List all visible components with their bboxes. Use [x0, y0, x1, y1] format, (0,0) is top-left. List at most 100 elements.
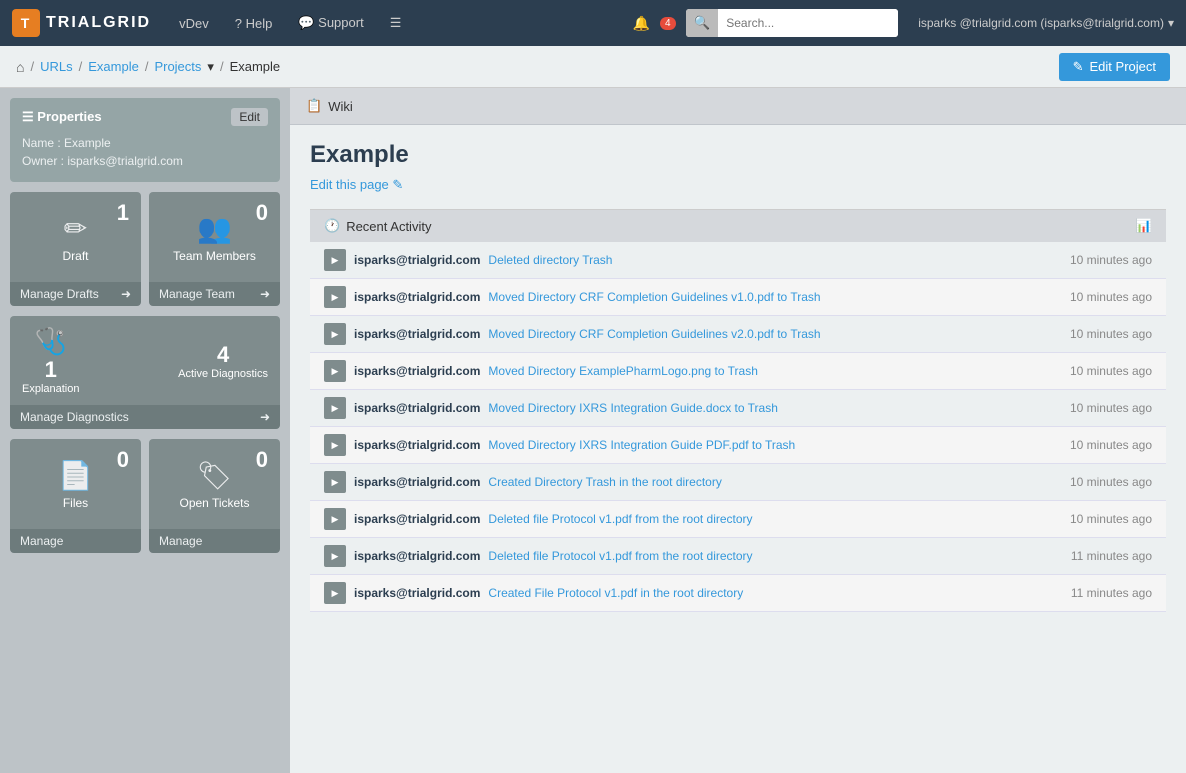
activity-item: ▶ isparks@trialgrid.com Moved Directory …: [310, 390, 1166, 427]
team-icon: 👥: [197, 212, 232, 245]
activity-avatar: ▶: [324, 323, 346, 345]
tickets-card[interactable]: 🏷 0 Open Tickets: [149, 439, 280, 529]
activity-avatar: ▶: [324, 471, 346, 493]
activity-user: isparks@trialgrid.com: [354, 475, 480, 489]
activity-user: isparks@trialgrid.com: [354, 253, 480, 267]
activity-item: ▶ isparks@trialgrid.com Created File Pro…: [310, 575, 1166, 612]
activity-item: ▶ isparks@trialgrid.com Deleted director…: [310, 242, 1166, 279]
breadcrumb-projects[interactable]: Projects: [154, 59, 201, 74]
draft-icon: ✏: [64, 212, 87, 245]
tickets-icon: 🏷: [197, 459, 233, 492]
draft-label: Draft: [62, 249, 88, 263]
team-count: 0: [256, 200, 268, 226]
sidebar: ☰ Properties Edit Name : Example Owner :…: [0, 88, 290, 773]
comment-icon: 💬: [298, 15, 314, 30]
activity-user: isparks@trialgrid.com: [354, 549, 480, 563]
activity-header-left: 🕐 Recent Activity: [324, 218, 431, 234]
drafts-card[interactable]: ✏ 1 Draft: [10, 192, 141, 282]
home-icon[interactable]: ⌂: [16, 59, 24, 75]
activity-time: 10 minutes ago: [1070, 438, 1152, 452]
activity-item: ▶ isparks@trialgrid.com Moved Directory …: [310, 316, 1166, 353]
wiki-edit-link[interactable]: Edit this page ✎: [310, 177, 403, 192]
activity-time: 10 minutes ago: [1070, 364, 1152, 378]
activity-avatar: ▶: [324, 249, 346, 271]
activity-user: isparks@trialgrid.com: [354, 401, 480, 415]
user-menu[interactable]: isparks @trialgrid.com (isparks@trialgri…: [918, 16, 1174, 30]
activity-item: ▶ isparks@trialgrid.com Created Director…: [310, 464, 1166, 501]
breadcrumb-urls[interactable]: URLs: [40, 59, 73, 74]
manage-tickets-label: Manage: [159, 534, 202, 548]
files-icon: 📄: [58, 459, 93, 492]
arrow-right-icon-diag: ➜: [260, 410, 270, 424]
manage-drafts-row[interactable]: Manage Drafts ➜: [10, 282, 141, 306]
activity-avatar: ▶: [324, 360, 346, 382]
activity-action: Moved Directory IXRS Integration Guide.d…: [488, 401, 777, 415]
nav-help[interactable]: ? Help: [227, 12, 281, 35]
edit-project-button[interactable]: ✎ Edit Project: [1059, 53, 1170, 81]
breadcrumb-example[interactable]: Example: [88, 59, 139, 74]
team-card[interactable]: 👥 0 Team Members: [149, 192, 280, 282]
active-diagnostics-label: Active Diagnostics: [178, 368, 268, 380]
tickets-widget: 🏷 0 Open Tickets Manage: [149, 439, 280, 553]
activity-action: Moved Directory IXRS Integration Guide P…: [488, 438, 795, 452]
team-widget: 👥 0 Team Members Manage Team ➜: [149, 192, 280, 306]
user-label: isparks @trialgrid.com (isparks@trialgri…: [918, 16, 1164, 30]
pencil-icon: ✎: [1073, 59, 1084, 75]
brand[interactable]: T TRIALGRID: [12, 9, 151, 37]
diagnostics-right: 4 Active Diagnostics: [178, 342, 268, 380]
nav-vdev[interactable]: vDev: [171, 12, 217, 35]
main-content: 📋 Wiki Example Edit this page ✎ 🕐 Recent…: [290, 88, 1186, 773]
breadcrumb-projects-chevron: ▾: [207, 59, 214, 75]
external-link-icon: ✎: [392, 177, 403, 192]
activity-action: Deleted file Protocol v1.pdf from the ro…: [488, 549, 752, 563]
search-button[interactable]: 🔍: [686, 9, 719, 37]
manage-team-row[interactable]: Manage Team ➜: [149, 282, 280, 306]
bell-icon[interactable]: 🔔: [633, 15, 650, 32]
activity-user: isparks@trialgrid.com: [354, 512, 480, 526]
diagnostics-left: 🩺 1 Explanation: [22, 326, 80, 395]
properties-edit-button[interactable]: Edit: [231, 108, 268, 126]
tickets-count: 0: [256, 447, 268, 473]
explanation-label: Explanation: [22, 383, 80, 395]
activity-time: 10 minutes ago: [1070, 475, 1152, 489]
activity-action: Moved Directory CRF Completion Guideline…: [488, 327, 820, 341]
navbar: T TRIALGRID vDev ? Help 💬 Support ☰ 🔔 4 …: [0, 0, 1186, 46]
activity-item: ▶ isparks@trialgrid.com Moved Directory …: [310, 353, 1166, 390]
properties-title: ☰ Properties: [22, 109, 102, 125]
team-label: Team Members: [173, 249, 256, 263]
activity-list: ▶ isparks@trialgrid.com Deleted director…: [310, 242, 1166, 612]
brand-name: TRIALGRID: [46, 14, 151, 32]
activity-time: 10 minutes ago: [1070, 401, 1152, 415]
project-owner: Owner : isparks@trialgrid.com: [22, 154, 268, 168]
manage-tickets-row[interactable]: Manage: [149, 529, 280, 553]
breadcrumb-bar: ⌂ / URLs / Example / Projects ▾ / Exampl…: [0, 46, 1186, 88]
activity-action: Deleted file Protocol v1.pdf from the ro…: [488, 512, 752, 526]
manage-drafts-label: Manage Drafts: [20, 287, 99, 301]
wiki-header: 📋 Wiki: [290, 88, 1186, 125]
nav-support[interactable]: 💬 Support: [290, 11, 371, 35]
list-icon: ☰: [22, 109, 34, 124]
arrow-right-icon: ➜: [121, 287, 131, 301]
activity-action: Moved Directory ExamplePharmLogo.png to …: [488, 364, 757, 378]
properties-header: ☰ Properties Edit: [22, 108, 268, 126]
activity-avatar: ▶: [324, 434, 346, 456]
activity-section: 🕐 Recent Activity 📊 ▶ isparks@trialgrid.…: [310, 209, 1166, 612]
manage-files-row[interactable]: Manage: [10, 529, 141, 553]
drafts-widget: ✏ 1 Draft Manage Drafts ➜: [10, 192, 141, 306]
activity-avatar: ▶: [324, 545, 346, 567]
arrow-right-icon-team: ➜: [260, 287, 270, 301]
diagnostics-widget: 🩺 1 Explanation 4 Active Diagnostics Man…: [10, 316, 280, 429]
files-card[interactable]: 📄 0 Files: [10, 439, 141, 529]
wiki-icon: 📋: [306, 98, 322, 114]
activity-title: Recent Activity: [346, 219, 431, 234]
widget-grid-top: ✏ 1 Draft Manage Drafts ➜ 👥 0 Team Membe…: [10, 192, 280, 306]
search-input[interactable]: [718, 9, 898, 37]
nav-menu[interactable]: ☰: [382, 11, 410, 35]
chart-icon[interactable]: 📊: [1136, 218, 1152, 234]
activity-action: Created File Protocol v1.pdf in the root…: [488, 586, 743, 600]
manage-diagnostics-label: Manage Diagnostics: [20, 410, 129, 424]
logo-icon: T: [12, 9, 40, 37]
manage-diagnostics-row[interactable]: Manage Diagnostics ➜: [10, 405, 280, 429]
activity-user: isparks@trialgrid.com: [354, 327, 480, 341]
draft-count: 1: [117, 200, 129, 226]
